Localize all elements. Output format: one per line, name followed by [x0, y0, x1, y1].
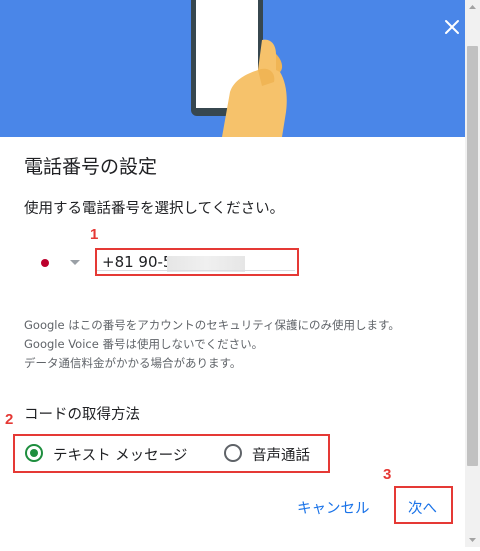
info-line: Google はこの番号をアカウントのセキュリティ保護にのみ使用します。	[24, 318, 400, 332]
annotation-marker-3: 3	[383, 466, 392, 483]
input-underline	[97, 270, 295, 271]
scroll-up-arrow-icon[interactable]	[465, 0, 480, 15]
radio-voice-call[interactable]	[224, 444, 242, 462]
scroll-down-arrow-icon[interactable]	[465, 532, 480, 547]
annotation-marker-1: 1	[90, 226, 99, 243]
chevron-down-icon[interactable]	[70, 260, 80, 265]
phone-number-input[interactable]: +81 90-5	[102, 253, 172, 271]
dialog-banner	[0, 0, 465, 137]
radio-text-message[interactable]	[25, 444, 43, 462]
info-line: Google Voice 番号は使用しないでください。	[24, 337, 264, 351]
scrollbar-thumb[interactable]	[467, 46, 478, 466]
japan-flag-icon[interactable]	[41, 259, 49, 267]
radio-voice-call-label[interactable]: 音声通話	[252, 444, 310, 465]
info-line: データ通信料金がかかる場合があります。	[24, 356, 242, 370]
phone-number-field[interactable]: +81 90-5	[95, 248, 299, 276]
close-icon	[445, 20, 459, 34]
close-button[interactable]	[441, 16, 463, 38]
dialog-title: 電話番号の設定	[24, 156, 158, 178]
cancel-button[interactable]: キャンセル	[297, 497, 370, 518]
phone-setup-dialog: 電話番号の設定 使用する電話番号を選択してください。 1 +81 90-5 Go…	[0, 0, 465, 547]
radio-text-message-label[interactable]: テキスト メッセージ	[53, 444, 187, 465]
info-text: Google はこの番号をアカウントのセキュリティ保護にのみ使用します。 Goo…	[24, 316, 400, 373]
hand-holding-phone-illustration	[191, 0, 287, 137]
dialog-subtitle: 使用する電話番号を選択してください。	[24, 201, 285, 217]
code-method-title: コードの取得方法	[24, 407, 140, 423]
next-button[interactable]: 次へ	[408, 497, 437, 518]
annotation-marker-2: 2	[5, 411, 14, 428]
